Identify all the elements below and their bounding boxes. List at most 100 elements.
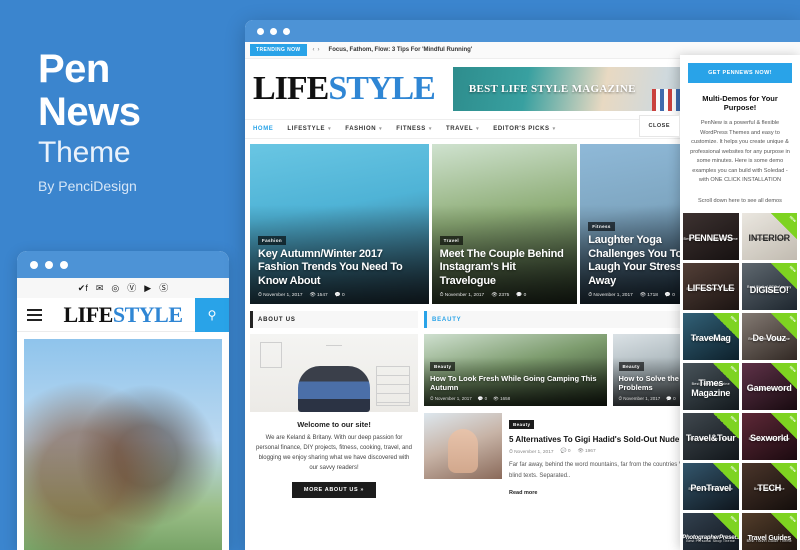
post-comments-value: 0 xyxy=(523,292,527,298)
chevron-down-icon: ▾ xyxy=(552,126,556,132)
facebook-icon[interactable]: ✔f xyxy=(78,283,88,293)
about-body: We are Keland & Britany. With our deep p… xyxy=(256,435,412,471)
post-comments: 💬 0 xyxy=(516,292,527,298)
instagram-icon[interactable]: ◎ xyxy=(111,283,119,293)
category-badge[interactable]: Beauty xyxy=(618,361,644,371)
browser-dot-minimize[interactable] xyxy=(270,27,277,35)
browser-dot-close[interactable] xyxy=(257,27,264,35)
section-title: BEAUTY xyxy=(432,316,462,323)
new-badge-icon: NEW xyxy=(771,512,797,539)
about-heading: Welcome to our site! xyxy=(297,420,371,429)
youtube-icon[interactable]: ▶ xyxy=(144,283,151,293)
demo-thumbnail[interactable]: NEW Best Game News Theme Gameword xyxy=(741,362,797,410)
demo-thumbnail[interactable]: NEW Best Travel Guide Theme Travel Guide… xyxy=(741,512,797,550)
post-date-value: November 1, 2017 xyxy=(444,293,485,298)
demo-thumbnail[interactable]: NEW Best Tech Theme TECH xyxy=(741,462,797,510)
get-pennews-button[interactable]: GET PENNEWS NOW! xyxy=(688,63,792,83)
nav-label-fitness: FITNESS xyxy=(396,126,426,132)
category-badge[interactable]: Beauty xyxy=(509,420,535,429)
featured-card-title[interactable]: Meet The Couple Behind Instagram's Hit T… xyxy=(440,248,570,288)
close-button[interactable]: CLOSE xyxy=(638,115,680,137)
beauty-card-title[interactable]: How To Look Fresh While Going Camping Th… xyxy=(430,374,601,393)
post-date: ⏱ November 1, 2017 xyxy=(258,293,303,298)
featured-card-title[interactable]: Key Autumn/Winter 2017 Fashion Trends Yo… xyxy=(258,248,421,288)
demo-thumbnail[interactable]: NEW Best Travel News Theme PenTravel xyxy=(683,462,739,510)
demo-thumbnail[interactable]: Best News & Magazine Theme PENNEWS xyxy=(683,212,739,260)
hamburger-icon[interactable] xyxy=(17,308,51,321)
browser-titlebar xyxy=(245,20,800,42)
post-views: 👁 2375 xyxy=(491,292,510,298)
featured-card-meta: ⏱ November 1, 2017 👁 2375 💬 0 xyxy=(440,292,570,299)
rss-icon[interactable]: Ⓢ xyxy=(159,283,168,293)
featured-card[interactable]: Fashion Key Autumn/Winter 2017 Fashion T… xyxy=(250,144,429,304)
site-logo[interactable]: LIFESTYLE xyxy=(253,70,436,107)
category-badge[interactable]: Travel xyxy=(439,235,464,245)
search-icon[interactable]: ⚲ xyxy=(195,297,229,332)
post-thumbnail[interactable] xyxy=(424,413,502,479)
post-comments: 💬 0 xyxy=(334,292,345,298)
trending-tag: TRENDING NOW xyxy=(250,44,307,56)
nav-label-editors-picks: EDITOR'S PICKS xyxy=(493,126,550,132)
demo-thumbnail[interactable]: NEW Best Interior Theme INTERIOR xyxy=(741,212,797,260)
new-badge-label: NEW xyxy=(788,314,797,323)
demo-thumbnail[interactable]: NEW Best Tour News Theme Sexworld xyxy=(741,412,797,460)
new-badge-icon: NEW xyxy=(712,362,739,389)
promo-title-line1: Pen xyxy=(38,47,110,91)
promo-subtitle: Theme xyxy=(38,136,131,169)
window-dot-close[interactable] xyxy=(30,260,38,269)
mobile-site-logo[interactable]: LIFESTYLE xyxy=(51,302,195,328)
site-logo-accent: STYLE xyxy=(328,70,435,107)
section-header-about: ABOUT US xyxy=(250,311,418,328)
pinterest-icon[interactable]: Ⓥ xyxy=(127,283,136,293)
nav-item-editors-picks[interactable]: EDITOR'S PICKS ▾ xyxy=(493,126,556,132)
demo-thumbnail[interactable]: NEW Best Travel Magazine TraveMag xyxy=(683,312,739,360)
featured-card-meta: ⏱ November 1, 2017 👁 1547 💬 0 xyxy=(258,292,421,299)
about-us-column: ABOUT US Welcome to our site! We are Kel… xyxy=(250,311,418,499)
demo-panel-intro: PenNew is a powerful & flexible WordPres… xyxy=(690,120,790,183)
nav-item-travel[interactable]: TRAVEL ▾ xyxy=(446,126,479,132)
new-badge-label: NEW xyxy=(788,464,797,473)
trending-next-icon[interactable]: › xyxy=(318,47,323,53)
demo-thumbnail[interactable]: NEW Best Times Magazine Times Magazine xyxy=(683,362,739,410)
featured-card[interactable]: Travel Meet The Couple Behind Instagram'… xyxy=(431,144,578,304)
beauty-card[interactable]: Beauty How To Look Fresh While Going Cam… xyxy=(424,334,607,406)
post-comments-value: 0 xyxy=(672,292,675,298)
window-dot-minimize[interactable] xyxy=(45,260,53,269)
post-date-value: November 1, 2017 xyxy=(514,450,554,456)
read-more-link[interactable]: Read more xyxy=(509,490,537,496)
twitter-icon[interactable]: ✉ xyxy=(96,283,104,293)
demo-thumbnail[interactable]: Best Lifestyle News Theme LIFESTYLE xyxy=(683,262,739,310)
category-badge[interactable]: Beauty xyxy=(430,361,456,371)
nav-item-home[interactable]: HOME xyxy=(253,126,273,132)
demo-thumbnail[interactable]: NEW Best Digital SEO Agency Theme DIGISE… xyxy=(741,262,797,310)
demo-panel: GET PENNEWS NOW! Multi-Demos for Your Pu… xyxy=(680,55,800,550)
new-badge-label: NEW xyxy=(729,464,738,473)
category-badge[interactable]: Fashion xyxy=(258,235,287,245)
trending-headline[interactable]: Focus, Fathom, Flow: 3 Tips For 'Mindful… xyxy=(329,47,473,53)
demo-thumbnail[interactable]: NEW Best Travel Tour Theme Travel&Tour xyxy=(683,412,739,460)
category-badge[interactable]: Fitness xyxy=(588,222,615,232)
window-dot-maximize[interactable] xyxy=(60,260,68,269)
demo-name: PENNEWS xyxy=(688,233,733,243)
post-views: 👁 1658 xyxy=(493,396,511,401)
post-comments-value: 0 xyxy=(341,292,345,298)
post-thumbnail-subject xyxy=(448,429,478,473)
post-views-value: 1718 xyxy=(647,292,658,298)
post-date-value: November 1, 2017 xyxy=(623,396,661,401)
trending-nav[interactable]: ‹› xyxy=(313,47,323,53)
demo-thumbnail[interactable]: NEW Best Personal Shop Theme Photographe… xyxy=(683,512,739,550)
demo-name: LIFESTYLE xyxy=(687,283,735,293)
new-badge-label: NEW xyxy=(729,364,738,373)
demo-thumbnail[interactable]: NEW Best Fashion Magazine De Vouz xyxy=(741,312,797,360)
nav-item-lifestyle[interactable]: LIFESTYLE ▾ xyxy=(287,126,331,132)
browser-dot-maximize[interactable] xyxy=(283,27,290,35)
new-badge-label: NEW xyxy=(788,214,797,223)
nav-item-fashion[interactable]: FASHION ▾ xyxy=(345,126,382,132)
post-comments: 💬 0 xyxy=(664,292,675,298)
chevron-down-icon: ▾ xyxy=(428,126,432,132)
new-badge-icon: NEW xyxy=(771,262,797,289)
more-about-us-button[interactable]: MORE ABOUT US » xyxy=(291,481,377,498)
new-badge-icon: NEW xyxy=(771,312,797,339)
nav-item-fitness[interactable]: FITNESS ▾ xyxy=(396,126,432,132)
featured-card-body: Fashion Key Autumn/Winter 2017 Fashion T… xyxy=(258,229,421,298)
